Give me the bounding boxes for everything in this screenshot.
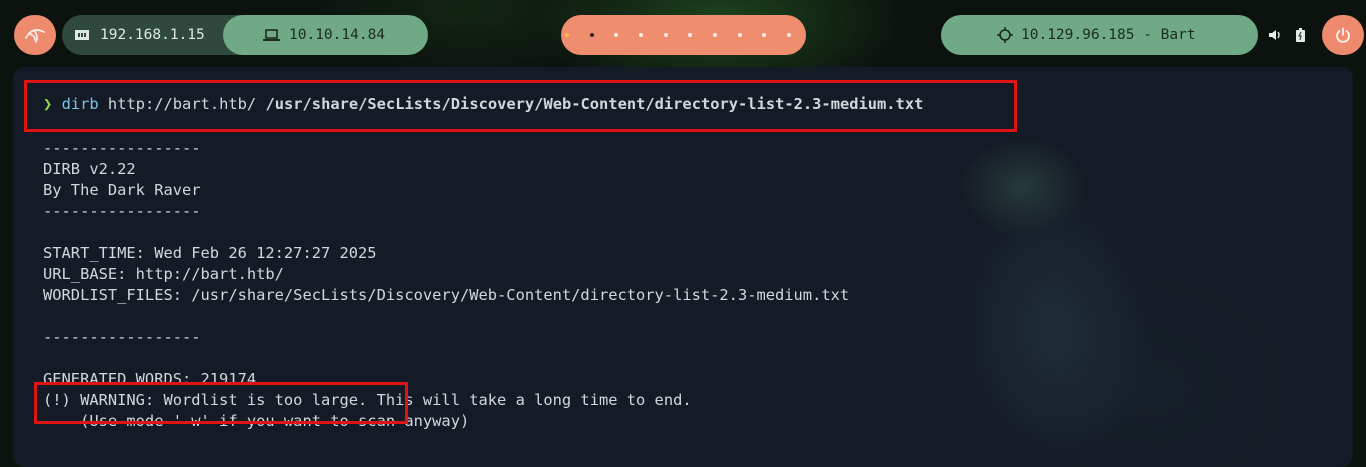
output-line: ----------------- <box>43 328 201 346</box>
local-ip-indicator[interactable]: 192.168.1.15 <box>62 15 224 55</box>
local-ip-text: 192.168.1.15 <box>100 27 205 43</box>
vpn-ip-indicator[interactable]: 10.10.14.84 <box>223 15 428 55</box>
network-ip-widget: 192.168.1.15 10.10.14.84 <box>62 15 428 55</box>
laptop-icon <box>263 29 280 41</box>
output-line: URL_BASE: http://bart.htb/ <box>43 265 284 283</box>
system-tray <box>1258 15 1366 55</box>
workspace-dot[interactable] <box>638 33 643 37</box>
power-button[interactable] <box>1322 15 1364 55</box>
launcher-button[interactable] <box>14 15 56 55</box>
workspace-dot[interactable] <box>565 33 569 37</box>
output-line: ----------------- <box>43 139 201 157</box>
workspace-dot[interactable] <box>614 33 619 37</box>
power-icon <box>1336 27 1350 43</box>
workspace-dot[interactable] <box>762 33 767 37</box>
workspace-dot[interactable] <box>737 33 742 37</box>
output-line: START_TIME: Wed Feb 26 12:27:27 2025 <box>43 244 377 262</box>
vpn-ip-text: 10.10.14.84 <box>289 27 386 43</box>
workspace-dot[interactable] <box>688 33 693 37</box>
workspace-switcher <box>561 15 806 55</box>
volume-icon[interactable] <box>1268 29 1282 41</box>
workspace-dot[interactable] <box>786 33 791 37</box>
output-line: By The Dark Raver <box>43 181 201 199</box>
output-line: ----------------- <box>43 202 201 220</box>
highlight-warning-box <box>34 382 408 424</box>
output-line: WORDLIST_FILES: /usr/share/SecLists/Disc… <box>43 286 850 304</box>
kali-dragon-icon <box>25 29 45 43</box>
workspace-dot[interactable] <box>663 33 668 37</box>
target-text: 10.129.96.185 - Bart <box>1021 27 1196 43</box>
crosshair-icon <box>997 27 1013 43</box>
output-line: DIRB v2.22 <box>43 160 136 178</box>
battery-icon[interactable] <box>1296 28 1305 42</box>
workspace-dot[interactable] <box>712 33 717 37</box>
highlight-command-box <box>24 80 1017 132</box>
workspace-dot-active[interactable] <box>589 33 594 37</box>
target-indicator[interactable]: 10.129.96.185 - Bart <box>941 15 1258 55</box>
ethernet-icon <box>75 30 89 40</box>
